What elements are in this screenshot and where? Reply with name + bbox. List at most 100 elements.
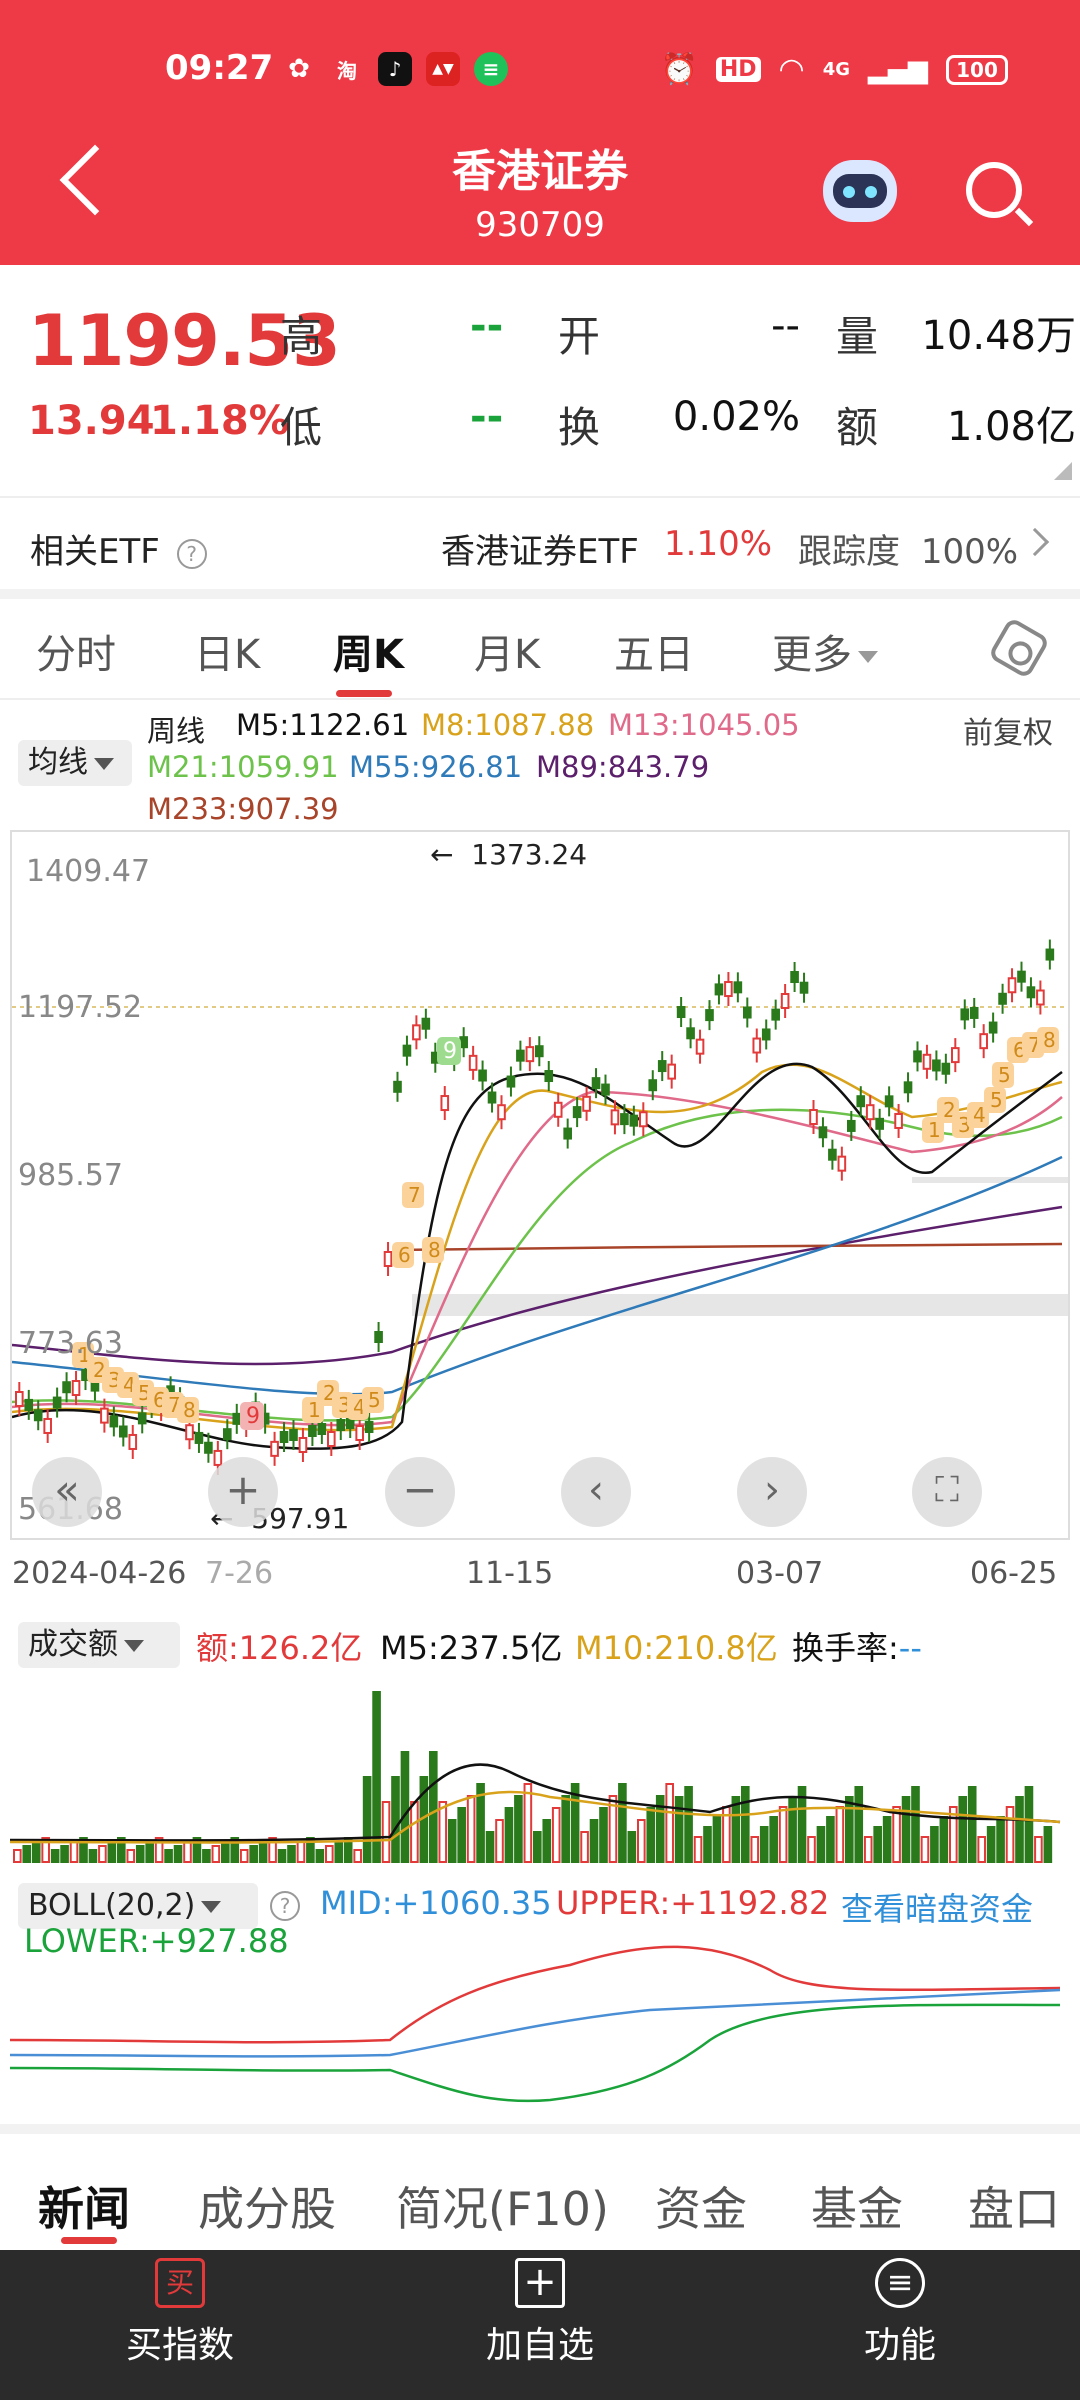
td-badge-label: 9 [443,1039,457,1064]
candle [15,1391,24,1407]
indicator-selector-ma[interactable]: 均线 [18,740,132,786]
volume-bar [712,1816,722,1863]
help-icon[interactable]: ? [176,538,207,569]
etf-name[interactable]: 香港证券ETF [441,524,639,573]
y-tick-1: 1409.47 [26,854,151,889]
tab-capital[interactable]: 资金 [655,2173,747,2239]
ma-m89: M89:843.79 [536,750,710,784]
indicator-selector-amount[interactable]: 成交额 [18,1622,180,1668]
zoom-in-button[interactable]: + [208,1457,278,1527]
candle [610,1109,620,1126]
volume-bar [627,1831,637,1863]
candle [468,1054,478,1071]
candle [903,1081,913,1094]
volume-bar [457,1807,466,1863]
price-change-pct: 1.18% [150,398,289,444]
tab-weekly-k[interactable]: 周K [333,622,404,680]
candle [33,1409,43,1422]
volume-bar [1024,1786,1034,1863]
volume-bar [277,1849,287,1863]
pan-right-button[interactable]: › [737,1457,807,1527]
robot-assistant-icon[interactable] [823,160,897,222]
candle [383,1251,393,1267]
candle [412,1024,421,1041]
volume-bar [665,1783,674,1863]
settings-icon[interactable] [987,616,1051,680]
tab-news[interactable]: 新闻 [38,2173,130,2239]
etf-tracking[interactable]: 跟踪度 100% [798,524,1018,573]
candle [1017,970,1026,983]
td-badge-label: 7 [408,1183,421,1207]
candle [553,1101,563,1118]
chevron-down-icon [124,1639,144,1652]
candle [298,1437,308,1453]
candle [639,1111,648,1128]
tab-five-day[interactable]: 五日 [614,622,694,680]
price-adjust-mode[interactable]: 前复权 [963,708,1053,752]
buy-index-button[interactable]: 买 买指数 [80,2258,280,2368]
candle [837,1155,847,1172]
pan-left-button[interactable]: ‹ [561,1457,631,1527]
volume-bar [693,1836,703,1863]
candle [506,1075,516,1088]
high-label: 高 [280,312,323,361]
tab-order-book[interactable]: 盘口 [968,2173,1060,2239]
search-icon[interactable] [966,162,1022,218]
tab-constituents[interactable]: 成分股 [198,2173,336,2239]
zoom-out-button[interactable]: − [385,1457,455,1527]
vol-turnover-label: 换手率: [792,1629,899,1667]
volume-bar [646,1807,656,1863]
candle [232,1412,242,1425]
candle [421,1017,431,1030]
candle [733,981,743,994]
add-watchlist-button[interactable]: + 加自选 [440,2258,640,2368]
chat-app-icon: ≡ [474,52,508,86]
candle [478,1069,487,1082]
volume-bar [930,1826,939,1863]
volume-bar [958,1796,968,1863]
quote-expand-corner-icon[interactable] [1054,462,1072,480]
volume-bar [1005,1806,1015,1863]
candle [884,1095,894,1108]
candle [828,1148,837,1161]
volume-bar [69,1841,79,1863]
candle [988,1021,998,1034]
candle [761,1028,771,1041]
ma233-line [391,1242,1063,1252]
kline-chart[interactable]: 123456781234568712345567899 1409.47 1197… [10,830,1070,1540]
scroll-to-start-button[interactable]: « [32,1457,102,1527]
td-badge-label: 5 [368,1388,381,1412]
boll-upper-line [10,1945,1061,2044]
candle [629,1114,639,1127]
candle [582,1095,591,1112]
related-etf-label[interactable]: 相关ETF ? [30,524,207,573]
tab-f10[interactable]: 简况(F10) [396,2173,609,2239]
plus-icon: + [225,1465,261,1514]
candle [393,1080,402,1093]
etf-change-pct: 1.10% [664,524,773,564]
tab-daily-k[interactable]: 日K [194,622,260,680]
function-button[interactable]: ≡ 功能 [800,2258,1000,2368]
volume-bar [731,1796,741,1863]
tab-intraday[interactable]: 分时 [36,622,116,680]
candle [894,1112,903,1129]
fullscreen-button[interactable]: ⛶ [912,1457,982,1527]
volume-bar [759,1826,769,1863]
security-code: 930709 [475,205,605,245]
volume-bar [258,1841,268,1863]
volume-bar [892,1806,901,1863]
candle [875,1117,884,1130]
volume-bar [1043,1826,1053,1863]
candle [799,981,809,994]
chevron-right-icon[interactable] [1020,527,1050,557]
td-badge-label: 8 [183,1398,196,1422]
candle [818,1126,828,1139]
boll-lower-line [10,2003,1061,2103]
candle [43,1417,52,1434]
tab-monthly-k[interactable]: 月K [474,622,540,680]
volume-bars [13,1691,1053,1863]
candle [308,1425,317,1437]
tab-fund[interactable]: 基金 [811,2173,903,2239]
volume-bar [599,1807,608,1863]
tab-more[interactable]: 更多 [772,622,878,680]
